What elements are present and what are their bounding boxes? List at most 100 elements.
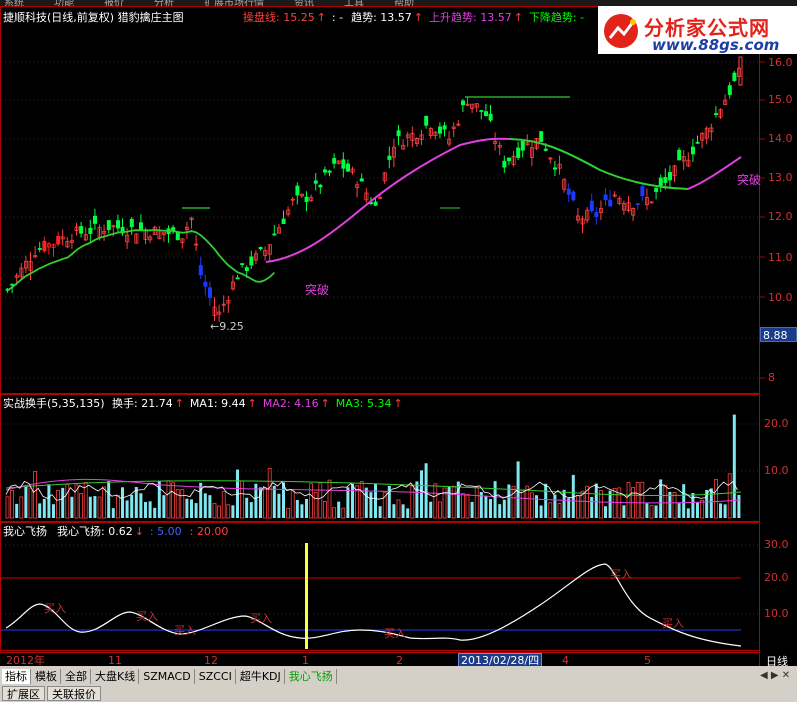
volume-bar: [406, 508, 410, 518]
candle: [617, 195, 622, 206]
volume-bar: [282, 482, 285, 518]
buy-signal: 买入: [250, 612, 272, 625]
candle: [700, 132, 705, 149]
volume-bar: [322, 501, 327, 519]
trend-line-magenta-2: [687, 156, 742, 190]
candle: [138, 214, 143, 231]
volume-bar: [24, 486, 28, 518]
volume-bar: [682, 484, 686, 518]
candle: [709, 123, 714, 141]
volume-bar: [226, 504, 231, 519]
price-tick: 16.0: [768, 56, 793, 69]
volume-bar: [359, 481, 364, 519]
candle: [56, 231, 61, 247]
legend-item-0: 我心飞扬: 0.62: [57, 525, 133, 538]
volume-bar: [672, 491, 677, 519]
candle: [120, 218, 125, 236]
volume-bar: [272, 485, 276, 518]
buy-signal: 买入: [136, 610, 158, 623]
volume-bar: [714, 478, 718, 519]
candlestick-series: [5, 56, 743, 323]
candle: [226, 295, 231, 313]
candle: [313, 173, 318, 191]
volume-bar: [498, 504, 502, 518]
volume-bar: [719, 503, 722, 518]
chart-area[interactable]: [0, 0, 797, 666]
volume-bar: [686, 508, 690, 518]
legend-item-3: 上升趋势: 13.57: [429, 11, 512, 24]
candle: [299, 193, 304, 199]
volume-bars: [5, 414, 742, 519]
candle: [428, 127, 433, 139]
breakout-label-1: 突破: [305, 283, 330, 297]
tab-5[interactable]: SZCCI: [196, 669, 236, 684]
buy-signal: 买入: [384, 627, 406, 640]
candle: [295, 182, 300, 205]
candle: [424, 115, 429, 129]
candle: [645, 188, 650, 210]
volume-tick: 10.0: [764, 464, 789, 477]
candle: [249, 250, 254, 269]
candle: [635, 202, 640, 210]
candle: [548, 157, 553, 164]
candle: [60, 229, 65, 246]
indicator-tick: 30.0: [764, 538, 789, 551]
tab-7[interactable]: 我心飞扬: [286, 669, 337, 684]
candle: [576, 208, 581, 224]
candle: [691, 138, 696, 162]
tab-0[interactable]: 指标: [2, 669, 31, 684]
bottom-toolbar: 指标 模板 全部 大盘K线 SZMACD SZCCI 超牛KDJ 我心飞扬 扩展区 关联报价 ◀…: [0, 666, 797, 702]
candle: [391, 138, 396, 168]
candle: [359, 173, 364, 182]
tab-3[interactable]: 大盘K线: [92, 669, 140, 684]
volume-bar: [79, 493, 83, 519]
candle: [332, 153, 337, 169]
volume-bar: [245, 497, 249, 518]
volume-bar: [484, 495, 488, 518]
trend-lines: [7, 96, 742, 292]
candle: [405, 131, 410, 147]
bottom-tab-1[interactable]: 关联报价: [47, 686, 101, 701]
candle: [497, 141, 502, 156]
brand-logo: 分析家公式网 www.88gs.com: [598, 6, 797, 54]
tab-4[interactable]: SZMACD: [140, 669, 195, 684]
candle: [309, 194, 314, 203]
price-tick: 10.0: [768, 291, 793, 304]
volume-bar: [378, 506, 382, 518]
tab-2[interactable]: 全部: [62, 669, 91, 684]
volume-bar: [47, 484, 51, 518]
tab-1[interactable]: 模板: [32, 669, 61, 684]
volume-bar: [313, 491, 318, 519]
candle: [539, 131, 544, 142]
candle: [479, 110, 484, 120]
volume-bar: [65, 484, 70, 519]
candle: [106, 220, 111, 234]
candle: [608, 190, 613, 207]
volume-bar: [263, 487, 268, 519]
volume-bar: [470, 501, 474, 518]
price-tick: 8: [768, 371, 775, 384]
legend-item-0: 换手: 21.74: [112, 397, 173, 410]
volume-bar: [153, 507, 157, 518]
candle: [184, 221, 189, 239]
candle: [580, 215, 585, 234]
volume-bar: [374, 483, 377, 518]
candle: [341, 152, 346, 178]
candle: [658, 174, 663, 193]
candle: [51, 243, 56, 257]
candle: [732, 70, 737, 82]
candle: [37, 241, 42, 253]
volume-bar: [162, 495, 166, 518]
volume-bar: [185, 498, 189, 518]
candle: [207, 281, 212, 306]
legend-item-1: : -: [331, 11, 344, 24]
candle: [47, 242, 52, 255]
candle: [93, 208, 98, 230]
candle: [180, 238, 185, 249]
candle: [327, 169, 332, 177]
bottom-tab-0[interactable]: 扩展区: [2, 686, 45, 701]
tab-6[interactable]: 超牛KDJ: [237, 669, 285, 684]
volume-bar: [460, 493, 465, 519]
volume-bar: [341, 507, 346, 519]
nav-arrows[interactable]: ◀ ▶ ✕: [760, 670, 790, 681]
